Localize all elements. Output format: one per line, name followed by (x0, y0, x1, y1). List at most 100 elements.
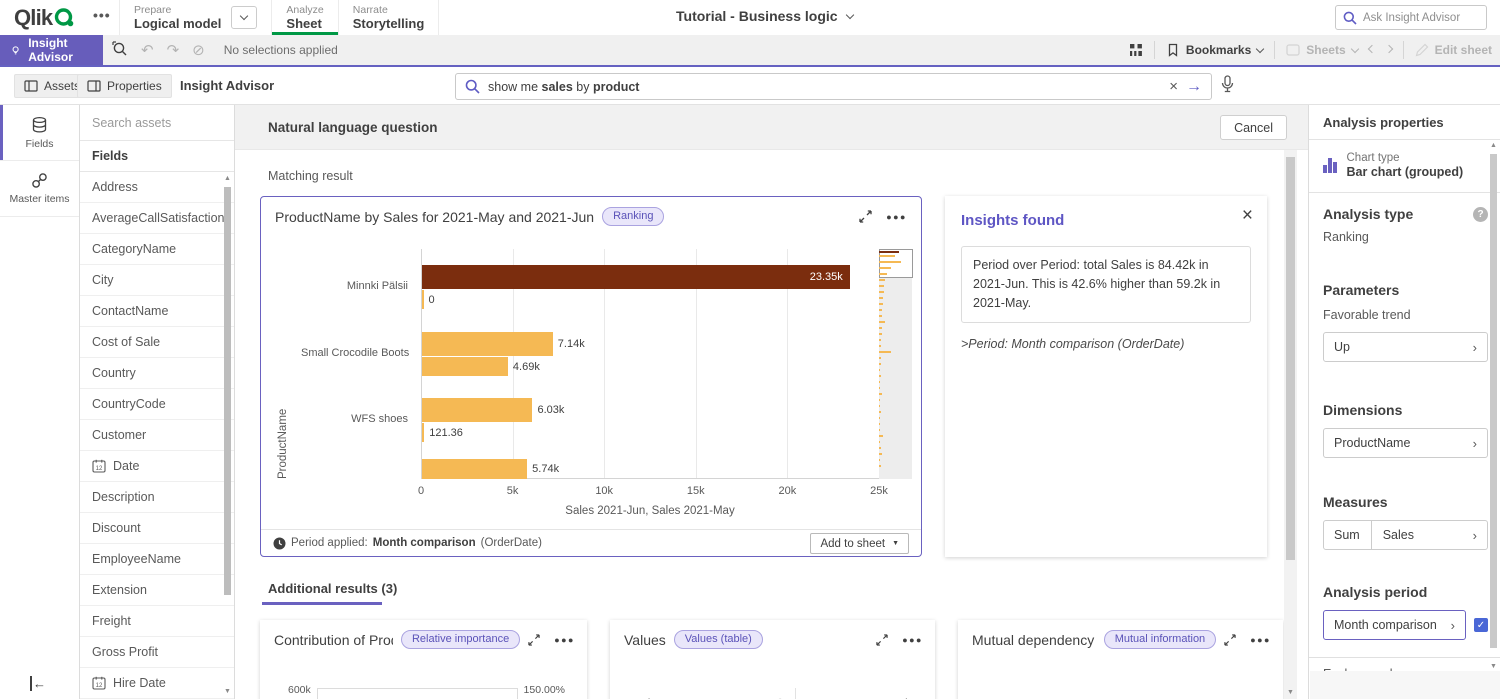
scroll-up-icon[interactable]: ▲ (224, 175, 231, 182)
properties-button[interactable]: Properties (77, 74, 172, 98)
expand-icon[interactable] (528, 634, 540, 646)
bar[interactable] (422, 459, 527, 479)
expand-icon[interactable] (876, 634, 888, 646)
undo-icon[interactable]: ↶ (141, 43, 154, 58)
matching-result-card[interactable]: ProductName by Sales for 2021-May and 20… (260, 196, 922, 557)
scroll-down-icon[interactable]: ▼ (1490, 663, 1497, 670)
chart-type-row[interactable]: Chart type Bar chart (grouped) (1309, 140, 1500, 193)
analysis-period-checkbox[interactable]: ✓ (1474, 618, 1488, 632)
tab-additional-results[interactable]: Additional results (3) (268, 581, 397, 596)
chart-title: ProductName by Sales for 2021-May and 20… (275, 209, 594, 225)
bar[interactable] (422, 290, 424, 309)
next-sheet-button[interactable] (1386, 49, 1392, 52)
add-to-sheet-button[interactable]: Add to sheet▼ (810, 533, 909, 554)
field-item[interactable]: 12Hire Date (80, 668, 234, 699)
sheets-button[interactable]: Sheets (1286, 43, 1357, 57)
clear-search-icon[interactable]: × (1169, 79, 1178, 94)
ask-insight-advisor-box[interactable] (1335, 5, 1487, 30)
bar[interactable] (422, 423, 424, 442)
result-card-mutual-dependency[interactable]: Mutual dependency bet... Mutual informat… (958, 620, 1283, 699)
panel-title: Analysis properties (1309, 105, 1500, 140)
clear-selections-icon[interactable]: ⊘ (192, 43, 205, 58)
analysis-period-header: Analysis period (1323, 584, 1488, 600)
expand-icon[interactable] (1224, 634, 1236, 646)
tab-analyze[interactable]: Analyze Sheet (271, 0, 337, 35)
rail-item-fields[interactable]: Fields (0, 105, 79, 161)
redo-icon[interactable]: ↷ (167, 43, 180, 58)
global-menu-icon[interactable]: ••• (93, 7, 111, 23)
chart-minimap[interactable] (879, 249, 912, 479)
nlq-search-box[interactable]: show me sales by product × → (455, 73, 1212, 100)
more-menu-icon[interactable]: ●●● (554, 635, 575, 645)
field-item[interactable]: AverageCallSatisfaction (80, 203, 234, 234)
ask-insight-advisor-input[interactable] (1363, 12, 1473, 24)
qlik-logo[interactable]: Qlik (14, 5, 77, 31)
prev-sheet-button[interactable] (1369, 49, 1375, 52)
tab-item-label: Sheet (286, 16, 323, 31)
assets-scrollbar[interactable]: ▲ ▼ (224, 175, 232, 695)
analysis-period-button[interactable]: Month comparison› (1323, 610, 1466, 640)
field-item[interactable]: Customer (80, 420, 234, 451)
bookmarks-button[interactable]: Bookmarks (1166, 43, 1263, 57)
bar[interactable] (422, 398, 532, 422)
tab-narrate[interactable]: Narrate Storytelling (338, 0, 440, 35)
field-item[interactable]: EmployeeName (80, 544, 234, 575)
main-scrollbar[interactable]: ▼ (1284, 150, 1297, 699)
field-item[interactable]: ContactName (80, 296, 234, 327)
result-card-values[interactable]: Values Values (table) ●●● ProductName Sa… (610, 620, 935, 699)
bar[interactable] (422, 265, 850, 289)
expand-icon[interactable] (859, 210, 872, 223)
scroll-down-icon[interactable]: ▼ (224, 688, 231, 695)
result-card-contribution[interactable]: Contribution of Product... Relative impo… (260, 620, 587, 699)
prepare-dropdown-button[interactable] (231, 6, 257, 29)
field-item[interactable]: Country (80, 358, 234, 389)
search-assets-input[interactable] (92, 116, 222, 130)
microphone-icon[interactable] (1220, 75, 1235, 100)
more-menu-icon[interactable]: ●●● (886, 212, 907, 222)
mini-axis-right-label: 150.00% (524, 684, 565, 696)
edit-sheet-button[interactable]: Edit sheet (1415, 43, 1492, 57)
field-item[interactable]: CountryCode (80, 389, 234, 420)
more-menu-icon[interactable]: ●●● (1250, 635, 1271, 645)
field-item[interactable]: City (80, 265, 234, 296)
insight-period-note: >Period: Month comparison (OrderDate) (961, 337, 1251, 351)
more-menu-icon[interactable]: ●●● (902, 635, 923, 645)
field-item[interactable]: Address (80, 172, 234, 203)
close-icon[interactable]: × (1242, 206, 1253, 225)
collapse-panel-icon[interactable]: ← (30, 676, 46, 691)
help-icon[interactable]: ? (1473, 207, 1488, 222)
tab-active-underline (262, 602, 382, 605)
insight-advisor-button[interactable]: Insight Advisor (0, 35, 103, 65)
scrollbar-thumb[interactable] (1490, 154, 1497, 648)
app-title-menu[interactable]: Tutorial - Business logic (676, 8, 853, 24)
rail-item-master-items[interactable]: Master items (0, 161, 79, 217)
measure-button[interactable]: Sum Sales› (1323, 520, 1488, 550)
field-item[interactable]: Gross Profit (80, 637, 234, 668)
insights-grid-icon[interactable] (1129, 43, 1143, 57)
scrollbar-thumb[interactable] (224, 187, 231, 595)
card-title: Mutual dependency bet... (972, 632, 1096, 648)
field-item[interactable]: 12Date (80, 451, 234, 482)
bar[interactable] (422, 332, 553, 356)
field-item[interactable]: CategoryName (80, 234, 234, 265)
field-item[interactable]: Freight (80, 606, 234, 637)
favorable-trend-button[interactable]: Up› (1323, 332, 1488, 362)
minimap-bar (879, 411, 881, 413)
search-assets-box[interactable] (80, 105, 234, 141)
scroll-up-icon[interactable]: ▲ (1490, 142, 1497, 149)
bar[interactable] (422, 357, 508, 376)
cancel-button[interactable]: Cancel (1220, 115, 1287, 140)
field-item[interactable]: Discount (80, 513, 234, 544)
smart-search-icon[interactable] (112, 41, 128, 60)
tab-prepare[interactable]: Prepare Logical model (119, 0, 271, 35)
scrollbar-thumb[interactable] (1286, 157, 1295, 560)
minimap-bar (879, 423, 880, 425)
scroll-down-icon[interactable]: ▼ (1287, 689, 1294, 696)
field-item[interactable]: Extension (80, 575, 234, 606)
field-item[interactable]: Description (80, 482, 234, 513)
submit-search-icon[interactable]: → (1186, 79, 1202, 95)
field-item[interactable]: Cost of Sale (80, 327, 234, 358)
dimension-button[interactable]: ProductName› (1323, 428, 1488, 458)
right-panel-scrollbar[interactable]: ▲ ▼ (1490, 140, 1498, 670)
nlq-query-text[interactable]: show me sales by product (488, 80, 1161, 94)
